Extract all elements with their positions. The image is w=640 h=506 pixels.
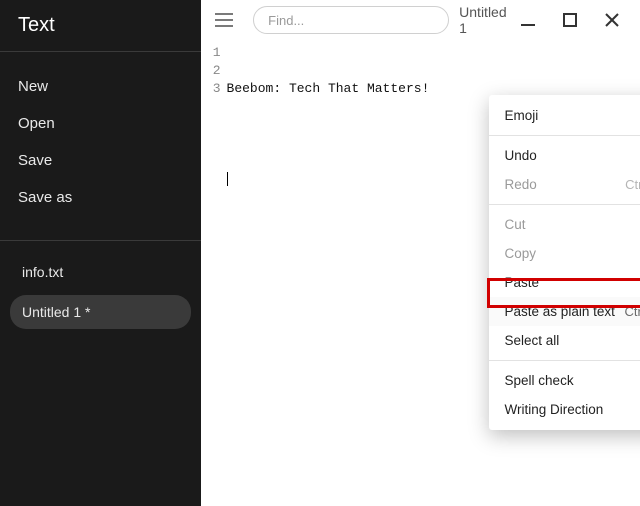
ctx-cut: Cut Ctrl+X <box>489 210 640 239</box>
ctx-writing-direction[interactable]: Writing Direction ▶ <box>489 395 640 424</box>
ctx-undo[interactable]: Undo Ctrl+Z <box>489 141 640 170</box>
ctx-label: Spell check <box>505 373 574 388</box>
divider <box>0 240 201 241</box>
search-input[interactable] <box>253 6 449 34</box>
window-controls <box>518 10 632 30</box>
sidebar-action-save-as[interactable]: Save as <box>0 179 201 216</box>
ctx-copy: Copy Ctrl+C <box>489 239 640 268</box>
text-cursor <box>227 172 228 186</box>
ctx-redo: Redo Ctrl+Shift+Z <box>489 170 640 199</box>
ctx-shortcut: Ctrl+Shift+Z <box>625 177 640 192</box>
ctx-paste-plain[interactable]: Paste as plain text Ctrl+Shift+V <box>489 297 640 326</box>
ctx-label: Emoji <box>505 108 539 123</box>
close-icon <box>604 12 620 28</box>
document-title: Untitled 1 <box>459 4 510 36</box>
minimize-button[interactable] <box>518 10 538 30</box>
ctx-label: Undo <box>505 148 537 163</box>
topbar: Untitled 1 <box>201 0 640 40</box>
ctx-label: Select all <box>505 333 560 348</box>
editor-content[interactable]: Beebom: Tech That Matters! <box>227 44 430 224</box>
ctx-label: Cut <box>505 217 526 232</box>
app-title: Text <box>0 0 201 51</box>
sidebar: Text New Open Save Save as info.txt Unti… <box>0 0 201 506</box>
ctx-label: Redo <box>505 177 537 192</box>
divider <box>489 204 640 205</box>
ctx-label: Paste <box>505 275 540 290</box>
ctx-label: Paste as plain text <box>505 304 615 319</box>
ctx-paste[interactable]: Paste Ctrl+V <box>489 268 640 297</box>
ctx-label: Writing Direction <box>505 402 604 417</box>
sidebar-action-save[interactable]: Save <box>0 142 201 179</box>
ctx-select-all[interactable]: Select all Ctrl+A <box>489 326 640 355</box>
close-button[interactable] <box>602 10 622 30</box>
main-area: Untitled 1 1 2 3 Beebom: Tech That Matte… <box>201 0 640 506</box>
divider <box>0 51 201 52</box>
context-menu: Emoji Undo Ctrl+Z Redo Ctrl+Shift+Z Cut … <box>489 95 640 430</box>
maximize-button[interactable] <box>560 10 580 30</box>
sidebar-action-new[interactable]: New <box>0 68 201 105</box>
ctx-label: Copy <box>505 246 537 261</box>
file-item[interactable]: Untitled 1 * <box>10 295 191 329</box>
file-item[interactable]: info.txt <box>10 255 191 289</box>
line-number: 2 <box>201 62 221 80</box>
ctx-emoji[interactable]: Emoji <box>489 101 640 130</box>
sidebar-actions: New Open Save Save as <box>0 62 201 226</box>
line-number-gutter: 1 2 3 <box>201 44 227 224</box>
divider <box>489 135 640 136</box>
ctx-shortcut: Ctrl+Shift+V <box>624 304 640 319</box>
divider <box>489 360 640 361</box>
code-line: Beebom: Tech That Matters! <box>227 80 430 98</box>
ctx-spell-check[interactable]: Spell check ▶ <box>489 366 640 395</box>
hamburger-menu-icon[interactable] <box>215 8 236 32</box>
line-number: 1 <box>201 44 221 62</box>
line-number: 3 <box>201 80 221 98</box>
sidebar-action-open[interactable]: Open <box>0 105 201 142</box>
code-line <box>227 170 430 188</box>
file-list: info.txt Untitled 1 * <box>0 255 201 329</box>
